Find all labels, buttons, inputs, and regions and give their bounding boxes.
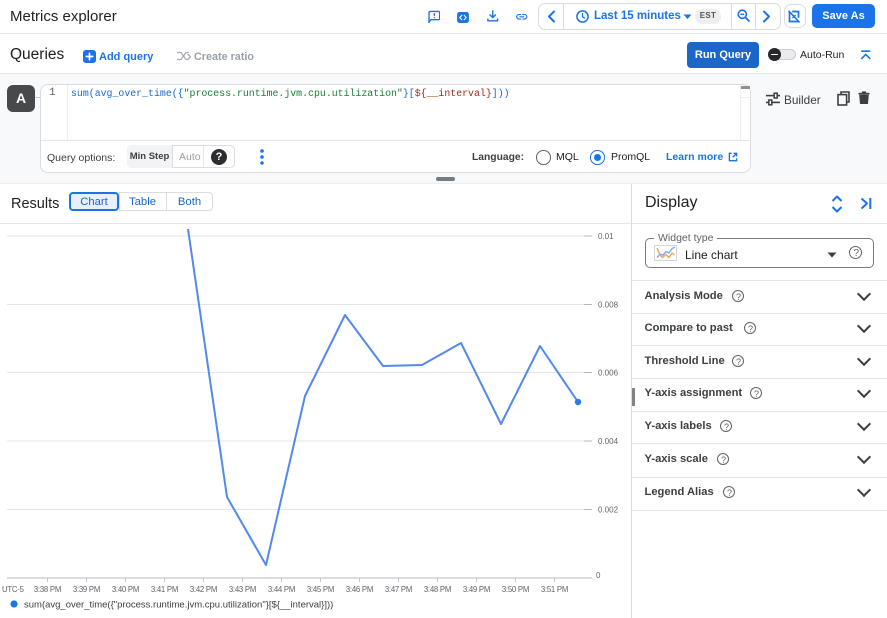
svg-text:3:38 PM: 3:38 PM [34, 585, 61, 594]
svg-text:3:48 PM: 3:48 PM [424, 585, 451, 594]
svg-text:3:45 PM: 3:45 PM [307, 585, 334, 594]
svg-text:3:43 PM: 3:43 PM [229, 585, 256, 594]
svg-text:0.008: 0.008 [598, 301, 619, 310]
svg-text:0.004: 0.004 [598, 437, 619, 446]
svg-text:3:50 PM: 3:50 PM [502, 585, 529, 594]
svg-text:3:47 PM: 3:47 PM [385, 585, 412, 594]
svg-text:3:44 PM: 3:44 PM [268, 585, 295, 594]
svg-text:0.006: 0.006 [598, 369, 619, 378]
svg-text:0.002: 0.002 [598, 506, 619, 515]
svg-text:0.01: 0.01 [598, 232, 614, 241]
svg-text:3:49 PM: 3:49 PM [463, 585, 490, 594]
svg-text:3:41 PM: 3:41 PM [151, 585, 178, 594]
svg-text:0: 0 [596, 571, 601, 580]
svg-text:3:40 PM: 3:40 PM [112, 585, 139, 594]
svg-text:UTC-5: UTC-5 [2, 585, 25, 594]
svg-text:3:39 PM: 3:39 PM [73, 585, 100, 594]
svg-text:3:42 PM: 3:42 PM [190, 585, 217, 594]
svg-text:3:46 PM: 3:46 PM [346, 585, 373, 594]
svg-text:sum(avg_over_time({"process.ru: sum(avg_over_time({"process.runtime.jvm.… [24, 600, 333, 611]
svg-text:3:51 PM: 3:51 PM [541, 585, 568, 594]
